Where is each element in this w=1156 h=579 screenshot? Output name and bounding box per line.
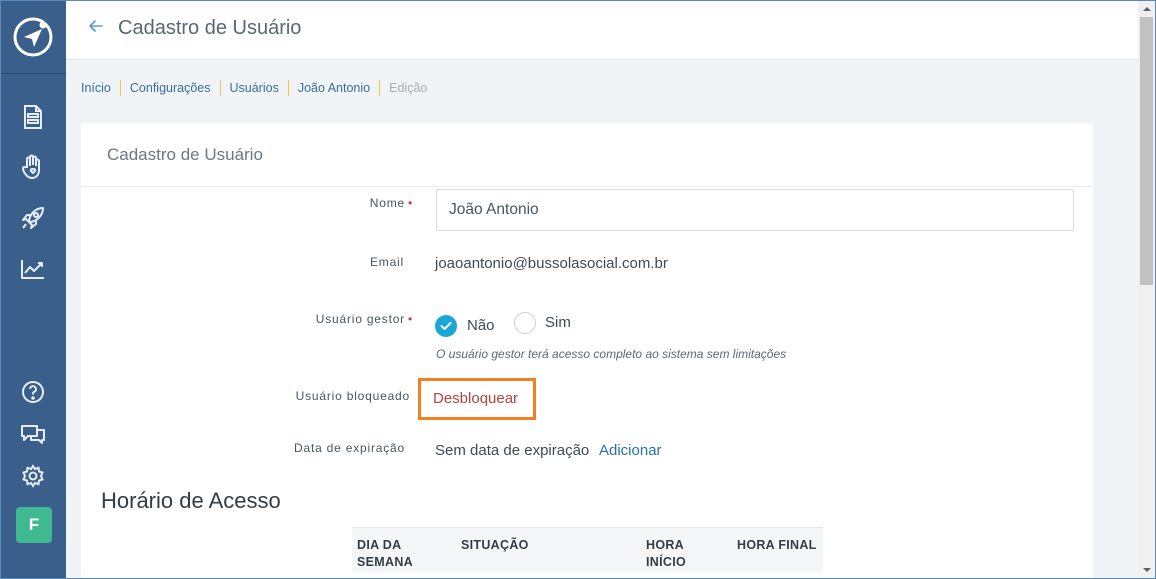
scroll-up-icon[interactable] <box>1142 4 1152 14</box>
expiration-label: Data de expiração <box>294 441 405 455</box>
column-header-status[interactable]: SITUAÇÃO <box>461 537 529 554</box>
name-input[interactable] <box>436 189 1074 231</box>
breadcrumb-user[interactable]: João Antonio <box>287 80 379 96</box>
compass-logo-icon <box>13 17 53 56</box>
vertical-scrollbar[interactable] <box>1138 0 1156 579</box>
rocket-icon <box>22 207 44 229</box>
breadcrumb-edit: Edição <box>379 80 436 96</box>
user-form-card: Cadastro de Usuário Nome• Email joaoanto… <box>81 123 1093 579</box>
access-section-title: Horário de Acesso <box>101 488 281 513</box>
sidebar-item-help[interactable] <box>0 372 66 412</box>
email-value: joaoantonio@bussolasocial.com.br <box>435 255 668 272</box>
required-mark: • <box>407 196 413 210</box>
sidebar-item-volunteering[interactable] <box>0 147 66 187</box>
access-table-header: DIA DA SEMANA SITUAÇÃO HORA INÍCIO HORA … <box>352 527 823 573</box>
sidebar-item-projects[interactable] <box>0 198 66 238</box>
email-label: Email <box>369 255 404 269</box>
breadcrumb: Início Configurações Usuários João Anton… <box>81 80 436 96</box>
unlock-link[interactable]: Desbloquear <box>433 390 518 407</box>
breadcrumb-home[interactable]: Início <box>81 80 120 96</box>
page-title: Cadastro de Usuário <box>118 17 302 39</box>
name-label: Nome • <box>369 196 413 210</box>
manager-yes-radio[interactable] <box>514 312 536 334</box>
manager-yes-label[interactable]: Sim <box>545 314 571 331</box>
back-arrow-icon[interactable] <box>86 16 106 36</box>
blocked-label: Usuário bloqueado <box>295 389 410 403</box>
sidebar-item-settings[interactable] <box>0 456 66 496</box>
column-header-start-time[interactable]: HORA INÍCIO <box>646 537 696 571</box>
manager-hint: O usuário gestor terá acesso completo ao… <box>436 347 787 361</box>
hand-heart-icon <box>21 154 40 179</box>
add-expiration-link[interactable]: Adicionar <box>599 442 662 459</box>
app-logo[interactable] <box>0 0 66 74</box>
gear-icon <box>22 464 44 488</box>
column-header-end-time[interactable]: HORA FINAL <box>737 537 817 554</box>
required-mark: • <box>407 312 413 326</box>
chart-icon <box>21 260 44 279</box>
check-icon <box>440 322 452 330</box>
scrollbar-thumb[interactable] <box>1140 17 1153 285</box>
manager-label: Usuário gestor • <box>315 312 413 326</box>
column-header-weekday[interactable]: DIA DA SEMANA <box>357 537 427 571</box>
sidebar-item-documents[interactable] <box>0 97 66 137</box>
page-header: Cadastro de Usuário <box>66 0 1138 60</box>
sidebar-item-chat[interactable] <box>0 414 66 454</box>
sidebar: F <box>0 0 66 579</box>
document-icon <box>24 105 42 129</box>
manager-no-radio[interactable] <box>435 315 457 337</box>
help-icon <box>22 381 44 403</box>
expiration-value: Sem data de expiração <box>435 442 590 459</box>
card-title: Cadastro de Usuário <box>107 145 263 164</box>
scroll-down-icon[interactable] <box>1142 565 1152 575</box>
breadcrumb-users[interactable]: Usuários <box>219 80 288 96</box>
sidebar-item-reports[interactable] <box>0 249 66 289</box>
breadcrumb-settings[interactable]: Configurações <box>119 80 220 96</box>
card-header: Cadastro de Usuário <box>81 123 1093 187</box>
chat-icon <box>21 425 45 444</box>
user-avatar[interactable]: F <box>16 507 52 543</box>
manager-no-label[interactable]: Não <box>467 317 495 334</box>
